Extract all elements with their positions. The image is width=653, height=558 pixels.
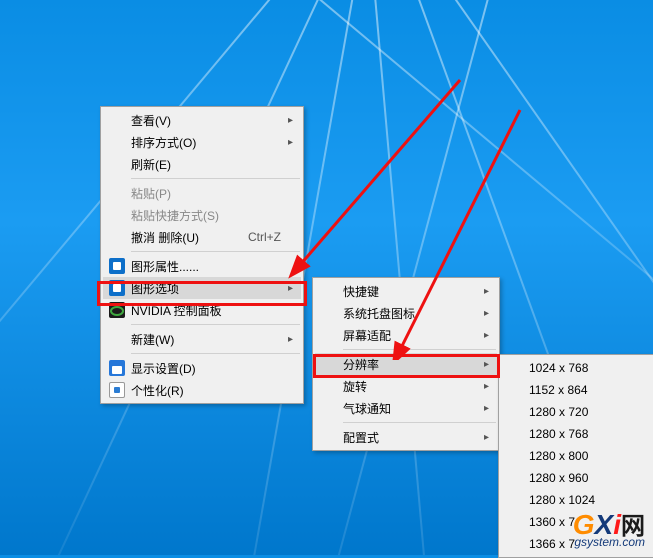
intel-icon <box>109 280 125 296</box>
menu-paste-shortcut: 粘贴快捷方式(S) <box>103 204 301 226</box>
submenu-rotate[interactable]: 旋转 ▸ <box>315 375 497 397</box>
resolution-option[interactable]: 1152 x 864 <box>501 379 653 401</box>
separator <box>343 349 496 350</box>
submenu-resolution-label: 分辨率 <box>343 356 379 373</box>
resolution-option[interactable]: 1280 x 960 <box>501 467 653 489</box>
graphics-options-submenu: 快捷键 ▸ 系统托盘图标 ▸ 屏幕适配 ▸ 分辨率 ▸ 旋转 ▸ 气球通知 ▸ … <box>312 277 500 451</box>
menu-nvidia-label: NVIDIA 控制面板 <box>131 302 222 319</box>
menu-gfx-properties-label: 图形属性...... <box>131 258 199 275</box>
submenu-hotkey-label: 快捷键 <box>343 283 379 300</box>
resolution-label: 1024 x 768 <box>529 361 588 375</box>
chevron-right-icon: ▸ <box>288 334 293 345</box>
submenu-balloon[interactable]: 气球通知 ▸ <box>315 397 497 419</box>
menu-undo-delete-label: 撤消 删除(U) <box>131 229 199 246</box>
chevron-right-icon: ▸ <box>484 381 489 392</box>
chevron-right-icon: ▸ <box>288 137 293 148</box>
resolution-option[interactable]: 1280 x 720 <box>501 401 653 423</box>
resolution-label: 1152 x 864 <box>529 383 588 397</box>
menu-undo-delete[interactable]: 撤消 删除(U) Ctrl+Z <box>103 226 301 248</box>
menu-gfx-options-label: 图形选项 <box>131 280 179 297</box>
menu-refresh[interactable]: 刷新(E) <box>103 153 301 175</box>
submenu-resolution[interactable]: 分辨率 ▸ <box>315 353 497 375</box>
submenu-fit-label: 屏幕适配 <box>343 327 391 344</box>
submenu-fit[interactable]: 屏幕适配 ▸ <box>315 324 497 346</box>
submenu-config-label: 配置式 <box>343 429 379 446</box>
menu-display-settings-label: 显示设置(D) <box>131 360 196 377</box>
resolution-label: 1280 x 800 <box>529 449 588 463</box>
resolution-label: 1360 x 7 <box>529 515 575 529</box>
menu-undo-delete-key: Ctrl+Z <box>228 230 281 244</box>
menu-paste-label: 粘贴(P) <box>131 185 171 202</box>
menu-paste: 粘贴(P) <box>103 182 301 204</box>
display-icon <box>109 360 125 376</box>
desktop-context-menu: 查看(V) ▸ 排序方式(O) ▸ 刷新(E) 粘贴(P) 粘贴快捷方式(S) … <box>100 106 304 404</box>
menu-display-settings[interactable]: 显示设置(D) <box>103 357 301 379</box>
menu-personalize-label: 个性化(R) <box>131 382 184 399</box>
submenu-rotate-label: 旋转 <box>343 378 367 395</box>
chevron-right-icon: ▸ <box>484 286 489 297</box>
chevron-right-icon: ▸ <box>288 115 293 126</box>
watermark: GXi网 gsystem.com <box>573 506 645 549</box>
resolution-label: 1280 x 768 <box>529 427 588 441</box>
chevron-right-icon: ▸ <box>484 359 489 370</box>
separator <box>131 251 300 252</box>
nvidia-icon <box>109 302 125 318</box>
menu-paste-shortcut-label: 粘贴快捷方式(S) <box>131 207 219 224</box>
resolution-option[interactable]: 1280 x 800 <box>501 445 653 467</box>
menu-view[interactable]: 查看(V) ▸ <box>103 109 301 131</box>
menu-sort[interactable]: 排序方式(O) ▸ <box>103 131 301 153</box>
resolution-option[interactable]: 1280 x 768 <box>501 423 653 445</box>
menu-gfx-options[interactable]: 图形选项 ▸ <box>103 277 301 299</box>
menu-personalize[interactable]: 个性化(R) <box>103 379 301 401</box>
submenu-tray[interactable]: 系统托盘图标 ▸ <box>315 302 497 324</box>
menu-nvidia[interactable]: NVIDIA 控制面板 <box>103 299 301 321</box>
chevron-right-icon: ▸ <box>484 330 489 341</box>
resolution-label: 1366 x 7 <box>529 537 575 551</box>
separator <box>131 353 300 354</box>
personalize-icon <box>109 382 125 398</box>
resolution-label: 1280 x 720 <box>529 405 588 419</box>
intel-icon <box>109 258 125 274</box>
resolution-label: 1280 x 960 <box>529 471 588 485</box>
menu-new-label: 新建(W) <box>131 331 174 348</box>
separator <box>131 324 300 325</box>
chevron-right-icon: ▸ <box>484 403 489 414</box>
menu-view-label: 查看(V) <box>131 112 171 129</box>
submenu-config[interactable]: 配置式 ▸ <box>315 426 497 448</box>
chevron-right-icon: ▸ <box>484 432 489 443</box>
submenu-balloon-label: 气球通知 <box>343 400 391 417</box>
separator <box>343 422 496 423</box>
chevron-right-icon: ▸ <box>484 308 489 319</box>
menu-new[interactable]: 新建(W) ▸ <box>103 328 301 350</box>
menu-sort-label: 排序方式(O) <box>131 134 196 151</box>
submenu-hotkey[interactable]: 快捷键 ▸ <box>315 280 497 302</box>
menu-refresh-label: 刷新(E) <box>131 156 171 173</box>
submenu-tray-label: 系统托盘图标 <box>343 305 415 322</box>
separator <box>131 178 300 179</box>
chevron-right-icon: ▸ <box>288 283 293 294</box>
watermark-sub: gsystem.com <box>573 535 645 549</box>
resolution-option[interactable]: 1024 x 768 <box>501 357 653 379</box>
resolution-label: 1280 x 1024 <box>529 493 595 507</box>
menu-gfx-properties[interactable]: 图形属性...... <box>103 255 301 277</box>
